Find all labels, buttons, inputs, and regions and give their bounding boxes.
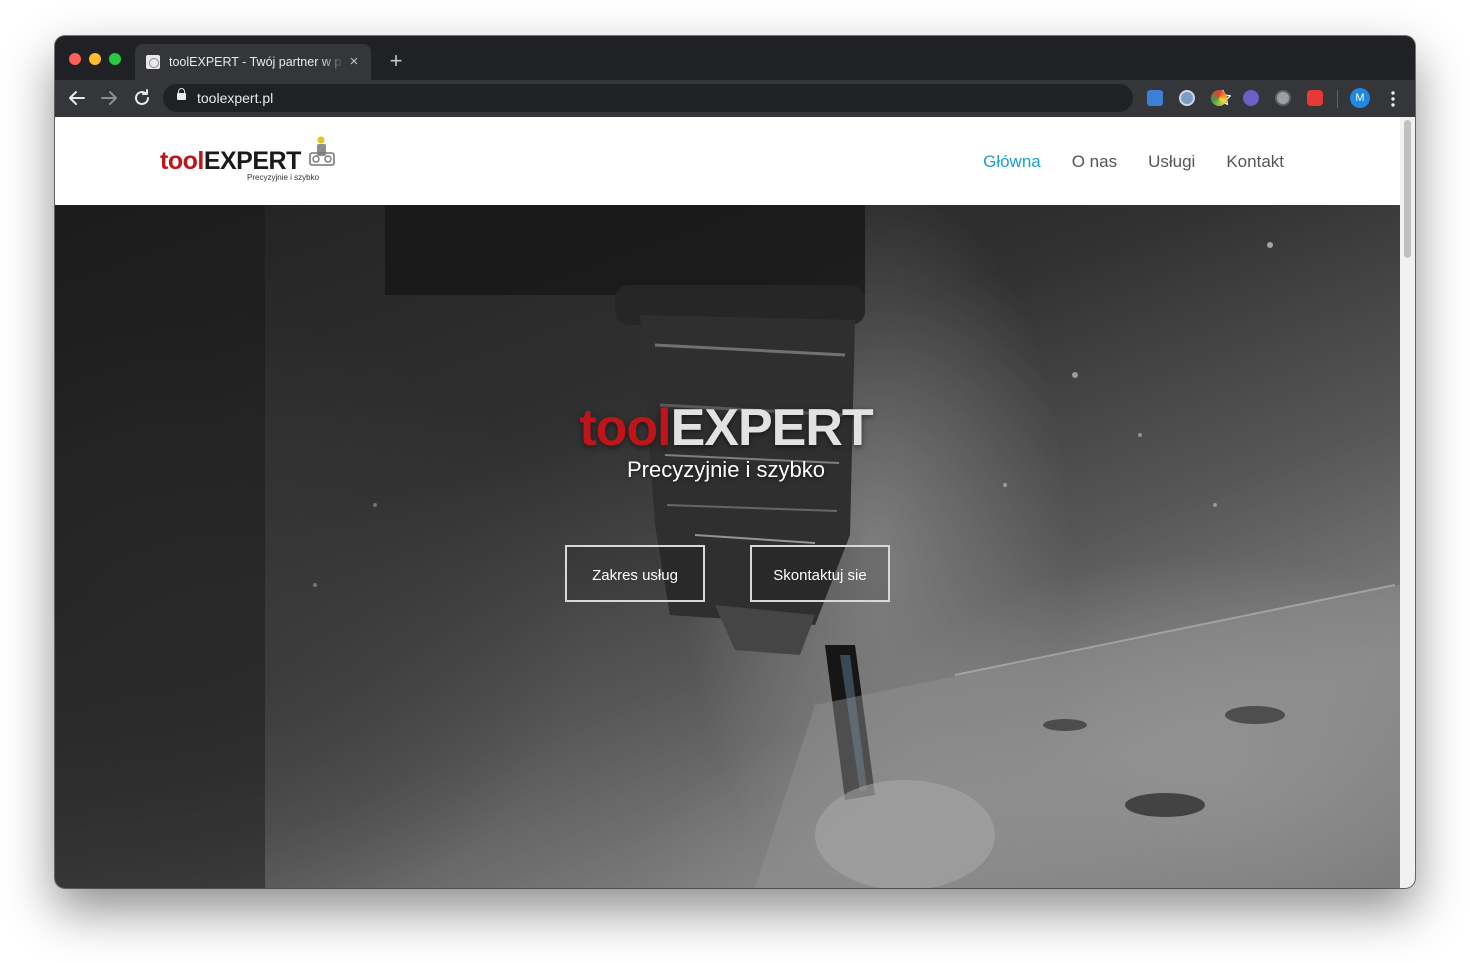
tab-title: toolEXPERT - Twój partner w p (169, 55, 342, 69)
services-button[interactable]: Zakres usług (565, 545, 705, 602)
url-text: toolexpert.pl (197, 90, 274, 106)
nav-item-uslugi[interactable]: Usługi (1148, 152, 1195, 172)
hero-subtitle: Precyzyjnie i szybko (626, 457, 826, 482)
browser-toolbar: toolexpert.pl M (55, 80, 1415, 117)
site-favicon-icon (146, 55, 160, 69)
logo-machinist-icon (309, 136, 335, 166)
page-viewport: toolEXPERT Precyzyjnie i szybko Główna O… (55, 117, 1400, 888)
tab-strip: toolEXPERT - Twój partner w p × + (55, 36, 1415, 80)
hero-title: toolEXPERT (579, 399, 873, 457)
extension-purple-icon[interactable] (1243, 90, 1259, 106)
hero-section: toolEXPERT Precyzyjnie i szybko Zakres u… (55, 205, 1400, 888)
site-logo[interactable]: toolEXPERT Precyzyjnie i szybko (160, 133, 340, 189)
minimize-window-button[interactable] (89, 53, 101, 65)
scrollbar-thumb[interactable] (1404, 120, 1411, 258)
extension-red-icon[interactable] (1307, 90, 1323, 106)
extension-gray-icon[interactable] (1275, 90, 1291, 106)
main-nav: Główna O nas Usługi Kontakt (983, 152, 1284, 172)
browser-tab[interactable]: toolEXPERT - Twój partner w p × (135, 44, 371, 80)
hero-overlay (55, 205, 1400, 888)
nav-item-o-nas[interactable]: O nas (1072, 152, 1117, 172)
maximize-window-button[interactable] (109, 53, 121, 65)
lock-icon (177, 88, 186, 100)
profile-avatar[interactable]: M (1350, 88, 1370, 108)
nav-item-glowna[interactable]: Główna (983, 152, 1041, 172)
tab-close-icon[interactable]: × (345, 53, 363, 71)
back-arrow-icon[interactable] (65, 86, 89, 110)
close-window-button[interactable] (69, 53, 81, 65)
browser-menu-icon[interactable] (1385, 89, 1401, 109)
forward-arrow-icon[interactable] (97, 86, 121, 110)
logo-tagline: Precyzyjnie i szybko (247, 173, 320, 182)
contact-button[interactable]: Skontaktuj sie (750, 545, 890, 602)
reload-icon[interactable] (130, 86, 154, 110)
toolbar-divider (1337, 90, 1338, 108)
page-scrollbar[interactable] (1400, 117, 1415, 888)
site-header: toolEXPERT Precyzyjnie i szybko Główna O… (55, 117, 1400, 205)
browser-window: toolEXPERT - Twój partner w p × + toolex… (55, 36, 1415, 888)
color-picker-extension-icon[interactable] (1211, 90, 1227, 106)
nav-item-kontakt[interactable]: Kontakt (1226, 152, 1284, 172)
new-tab-button[interactable]: + (385, 50, 407, 72)
bitwarden-extension-icon[interactable] (1147, 90, 1163, 106)
logo-wordmark: toolEXPERT (160, 147, 301, 175)
address-bar[interactable]: toolexpert.pl (163, 84, 1231, 112)
extension-ring-icon[interactable] (1179, 90, 1195, 106)
